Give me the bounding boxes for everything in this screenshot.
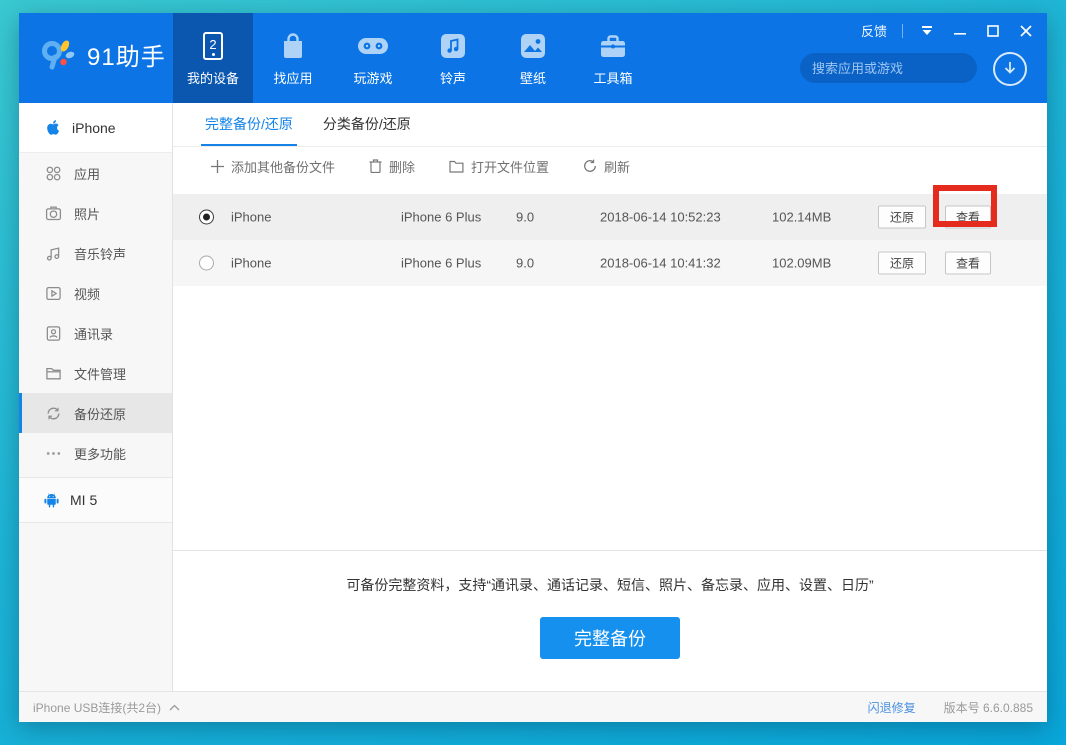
- contacts-icon: [45, 325, 62, 342]
- backup-model: iPhone 6 Plus: [401, 210, 481, 225]
- download-arrow-icon: [1003, 61, 1017, 77]
- backup-os: 9.0: [516, 256, 534, 271]
- crash-fix-link[interactable]: 闪退修复: [868, 699, 916, 716]
- backup-date: 2018-06-14 10:41:32: [600, 256, 721, 271]
- connected-devices-toggle[interactable]: iPhone USB连接(共2台): [33, 699, 180, 716]
- shopping-bag-icon: [280, 30, 306, 62]
- gamepad-icon: [357, 30, 389, 62]
- sidebar-item-apps[interactable]: 应用: [19, 153, 172, 193]
- close-button[interactable]: [1017, 23, 1035, 39]
- music-notes-icon: [45, 245, 62, 262]
- backup-size: 102.14MB: [772, 210, 831, 225]
- feedback-link[interactable]: 反馈: [861, 21, 887, 40]
- backup-date: 2018-06-14 10:52:23: [600, 210, 721, 225]
- nav-wallpapers[interactable]: 壁纸: [493, 13, 573, 103]
- backup-list: iPhone iPhone 6 Plus 9.0 2018-06-14 10:5…: [173, 194, 1047, 286]
- nav-find-apps[interactable]: 找应用: [253, 13, 333, 103]
- delete-button[interactable]: 删除: [369, 157, 415, 176]
- backup-row-2[interactable]: iPhone iPhone 6 Plus 9.0 2018-06-14 10:4…: [173, 240, 1047, 286]
- status-bar: iPhone USB连接(共2台) 闪退修复 版本号 6.6.0.885: [19, 691, 1047, 722]
- backup-os: 9.0: [516, 210, 534, 225]
- more-dots-icon: [45, 445, 62, 462]
- nav-toolbox[interactable]: 工具箱: [573, 13, 653, 103]
- backup-toolbar: 添加其他备份文件 删除 打开文件位置 刷新: [173, 147, 1047, 185]
- sidebar-item-backup-restore[interactable]: 备份还原: [19, 393, 172, 433]
- backup-name: iPhone: [231, 210, 271, 225]
- apple-icon: [45, 119, 62, 136]
- device-count-badge: 2: [209, 38, 216, 51]
- section-divider: [173, 550, 1047, 551]
- sidebar-item-photos[interactable]: 照片: [19, 193, 172, 233]
- view-button[interactable]: 查看: [945, 206, 991, 229]
- search-box[interactable]: [800, 53, 977, 83]
- nav-ringtones[interactable]: 铃声: [413, 13, 493, 103]
- sidebar-item-contacts[interactable]: 通讯录: [19, 313, 172, 353]
- search-input[interactable]: [812, 61, 988, 76]
- sidebar-item-more[interactable]: 更多功能: [19, 433, 172, 473]
- restore-button[interactable]: 还原: [878, 206, 926, 229]
- tab-category-backup[interactable]: 分类备份/还原: [323, 114, 411, 146]
- sidebar-device-label: iPhone: [72, 120, 116, 136]
- picture-icon: [520, 30, 546, 62]
- main-nav: 2 我的设备 找应用 玩游戏 铃声: [173, 13, 653, 103]
- nav-my-device[interactable]: 2 我的设备: [173, 13, 253, 103]
- main-menu-icon[interactable]: [918, 23, 936, 39]
- view-button[interactable]: 查看: [945, 252, 991, 275]
- sync-icon: [45, 405, 62, 422]
- tab-full-backup[interactable]: 完整备份/还原: [205, 114, 293, 146]
- refresh-icon: [583, 159, 597, 173]
- add-backup-file-button[interactable]: 添加其他备份文件: [211, 157, 335, 176]
- sidebar-item-files[interactable]: 文件管理: [19, 353, 172, 393]
- maximize-button[interactable]: [984, 23, 1002, 39]
- backup-support-note: 可备份完整资料，支持“通讯录、通话记录、短信、照片、备忘录、应用、设置、日历”: [173, 575, 1047, 595]
- sidebar-item-videos[interactable]: 视频: [19, 273, 172, 313]
- app-logo: 91助手: [41, 37, 166, 72]
- plus-icon: [211, 160, 224, 173]
- connection-status-text: iPhone USB连接(共2台): [33, 699, 161, 716]
- briefcase-icon: [599, 30, 627, 62]
- backup-size: 102.09MB: [772, 256, 831, 271]
- backup-name: iPhone: [231, 256, 271, 271]
- nav-games[interactable]: 玩游戏: [333, 13, 413, 103]
- video-icon: [45, 285, 62, 302]
- device-icon: 2: [203, 32, 223, 60]
- backup-tabbar: 完整备份/还原 分类备份/还原: [173, 103, 1047, 147]
- folder-icon: [45, 365, 62, 382]
- apps-grid-icon: [45, 165, 62, 182]
- sidebar-device-iphone[interactable]: iPhone: [19, 103, 172, 153]
- radio-selected[interactable]: [199, 210, 214, 225]
- minimize-button[interactable]: [951, 23, 969, 39]
- refresh-button[interactable]: 刷新: [583, 157, 630, 176]
- app-title: 91助手: [87, 37, 166, 72]
- restore-button[interactable]: 还原: [878, 252, 926, 275]
- app-window: 91助手 2 我的设备 找应用 玩游戏: [19, 13, 1047, 722]
- header-bar: 91助手 2 我的设备 找应用 玩游戏: [19, 13, 1047, 103]
- music-note-icon: [440, 30, 466, 62]
- titlebar-divider: [902, 24, 903, 38]
- sidebar-device-mi5[interactable]: MI 5: [19, 478, 172, 523]
- sidebar: iPhone 应用 照片 音乐铃声 视频 通讯录: [19, 103, 173, 691]
- backup-model: iPhone 6 Plus: [401, 256, 481, 271]
- sidebar-item-music[interactable]: 音乐铃声: [19, 233, 172, 273]
- version-text: 版本号 6.6.0.885: [944, 699, 1033, 716]
- logo-butterfly-icon: [41, 39, 77, 71]
- camera-icon: [45, 205, 62, 222]
- open-file-location-button[interactable]: 打开文件位置: [449, 157, 549, 176]
- android-icon: [43, 492, 60, 509]
- radio-unselected[interactable]: [199, 256, 214, 271]
- full-backup-button[interactable]: 完整备份: [540, 617, 680, 659]
- backup-row-1[interactable]: iPhone iPhone 6 Plus 9.0 2018-06-14 10:5…: [173, 194, 1047, 240]
- main-panel: 完整备份/还原 分类备份/还原 添加其他备份文件 删除 打开文件位置: [173, 103, 1047, 691]
- trash-icon: [369, 159, 382, 173]
- chevron-up-icon: [169, 704, 180, 711]
- folder-open-icon: [449, 160, 464, 173]
- titlebar-controls: 反馈: [861, 21, 1035, 40]
- download-manager-button[interactable]: [993, 52, 1027, 86]
